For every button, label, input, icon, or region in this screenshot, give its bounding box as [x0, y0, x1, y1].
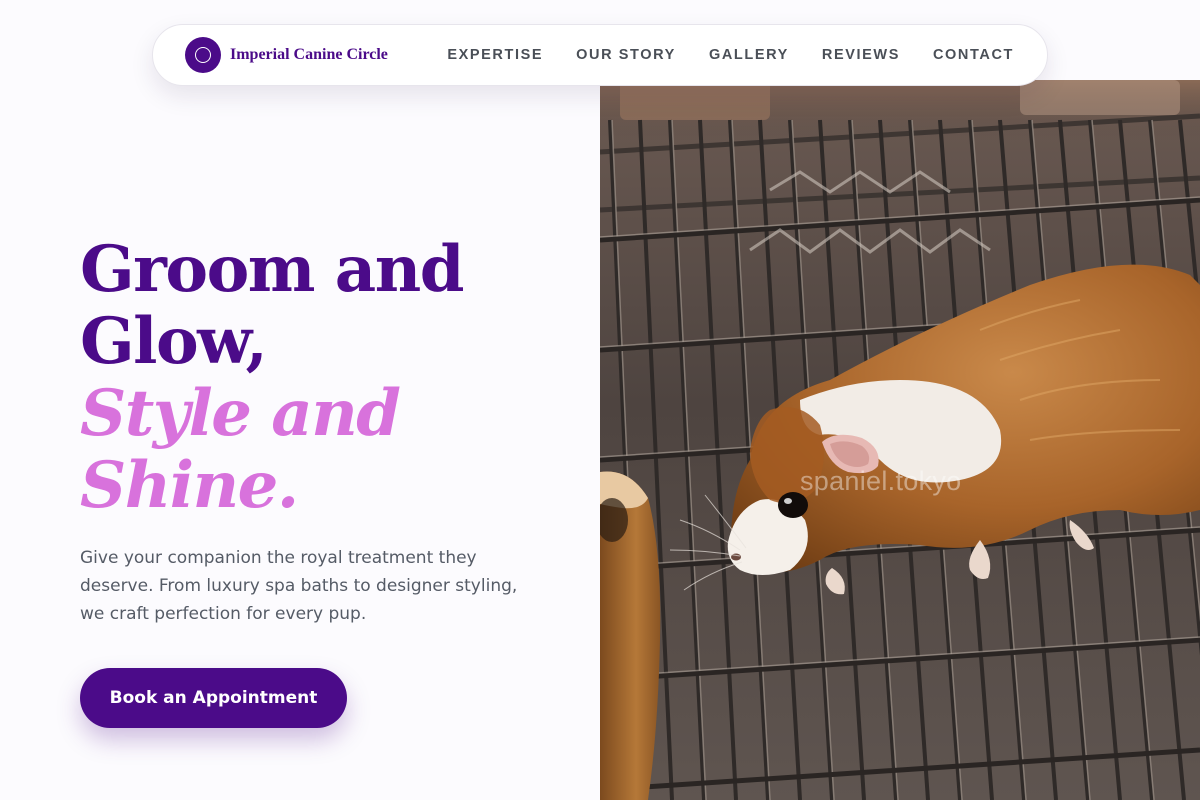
hero-title-line-1: Groom and — [80, 232, 465, 307]
image-watermark: spaniel.tokyo — [800, 466, 962, 496]
hero-title: Groom and Glow, Style and Shine. — [80, 234, 580, 522]
nav-link-reviews[interactable]: REVIEWS — [822, 47, 900, 63]
nav-links: EXPERTISE OUR STORY GALLERY REVIEWS CONT… — [447, 25, 1014, 85]
brand-name: Imperial Canine Circle — [230, 46, 388, 63]
brand-logo[interactable]: Imperial Canine Circle — [185, 37, 388, 73]
navbar: Imperial Canine Circle EXPERTISE OUR STO… — [152, 24, 1048, 86]
nav-link-our-story[interactable]: OUR STORY — [576, 47, 676, 63]
nav-link-gallery[interactable]: GALLERY — [709, 47, 789, 63]
hero-title-line-2: Glow, — [80, 304, 268, 379]
landing-page: Imperial Canine Circle EXPERTISE OUR STO… — [0, 0, 1200, 800]
book-appointment-button[interactable]: Book an Appointment — [80, 668, 347, 728]
nav-link-contact[interactable]: CONTACT — [933, 47, 1014, 63]
hero-title-accent-line-1: Style and — [80, 376, 401, 451]
hero-image: spaniel.tokyo — [600, 80, 1200, 800]
logo-ring-icon — [185, 37, 221, 73]
guinea-pig-photo — [600, 80, 1200, 800]
nav-link-expertise[interactable]: EXPERTISE — [447, 47, 543, 63]
hero-description: Give your companion the royal treatment … — [80, 548, 518, 624]
hero-title-accent-line-2: Shine. — [80, 448, 299, 523]
